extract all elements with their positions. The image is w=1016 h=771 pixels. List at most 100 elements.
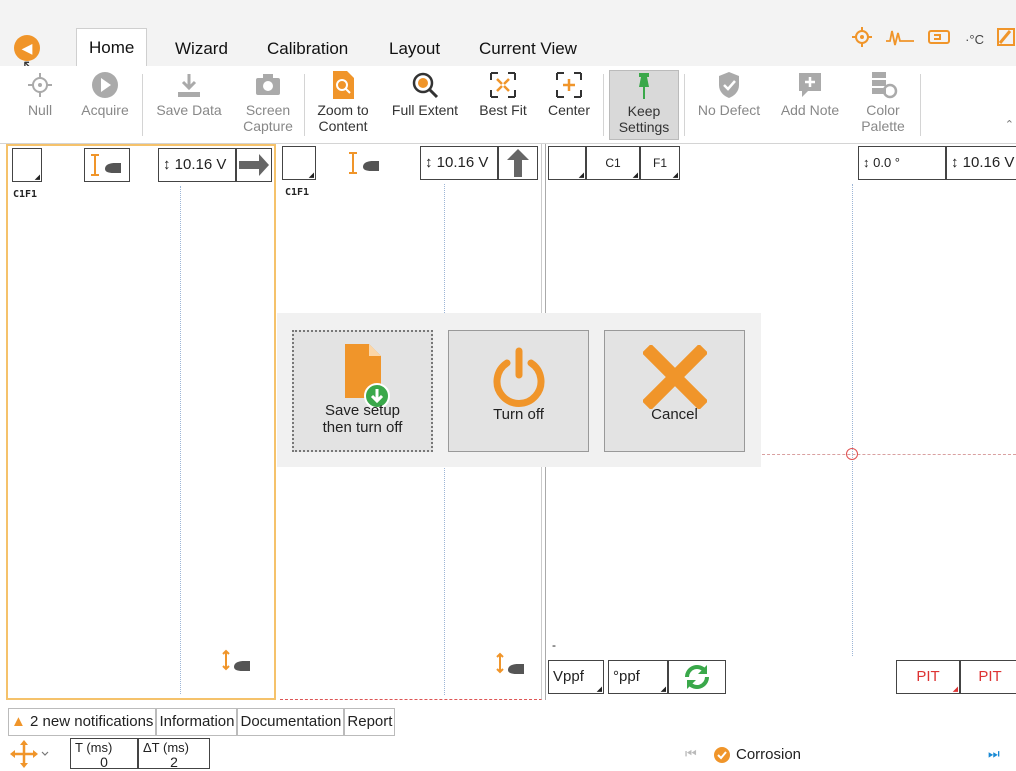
zoom-document-icon: [333, 71, 354, 99]
cancel-button[interactable]: Cancel: [604, 330, 745, 452]
crosshair-icon: [28, 73, 52, 97]
pane-header: ◢ ↕ 10.16 V: [8, 148, 274, 184]
frequency-f1: F1: [652, 156, 667, 170]
angle-field[interactable]: ↕ 0.0 °: [858, 146, 946, 180]
direction-button[interactable]: [236, 148, 272, 182]
save-data-button[interactable]: Save Data: [148, 70, 230, 140]
voltage-scale[interactable]: ↕ 10.16 V: [158, 148, 236, 182]
pane-dropdown[interactable]: ◢: [548, 146, 586, 180]
frequency-selector[interactable]: F1 ◢: [640, 146, 680, 180]
collapse-ribbon-icon[interactable]: ⌃: [1005, 118, 1014, 131]
tab-layout[interactable]: Layout: [377, 36, 452, 66]
tab-calibration[interactable]: Calibration: [255, 36, 360, 66]
status-bar: T (ms) 0 ΔT (ms) 2 ⏮ Corrosion ⏭: [0, 738, 1016, 769]
pin-icon: [639, 73, 649, 99]
add-note-button[interactable]: Add Note: [774, 70, 846, 140]
view-pane-1[interactable]: ◢ ↕ 10.16 V C1F1: [6, 144, 276, 700]
tab-home[interactable]: Home: [76, 28, 148, 66]
pan-hand-icon[interactable]: [220, 649, 254, 684]
save-setup-turn-off-button[interactable]: Save setup then turn off: [292, 330, 433, 452]
delta-time-label: ΔT (ms): [143, 740, 189, 755]
best-fit-button[interactable]: Best Fit: [473, 70, 533, 140]
move-cursor-icon[interactable]: [10, 740, 50, 771]
tab-documentation[interactable]: Documentation: [237, 708, 345, 736]
turn-off-label: Turn off: [493, 406, 544, 423]
screen-capture-label-2: Capture: [243, 118, 293, 134]
skip-forward-icon[interactable]: ⏭: [988, 746, 1000, 762]
toolbar-separator: [920, 74, 921, 136]
pane-dropdown[interactable]: ◢: [12, 148, 42, 182]
keep-settings-toggle[interactable]: Keep Settings: [609, 70, 679, 140]
center-icon: [556, 72, 582, 98]
note-add-icon: [799, 73, 821, 97]
bottom-tab-bar: ▲ 2 new notifications Information Docume…: [8, 708, 396, 736]
no-defect-button[interactable]: No Defect: [690, 70, 768, 140]
crosshair-icon[interactable]: [851, 26, 873, 53]
best-fit-label: Best Fit: [479, 102, 527, 118]
zoom-content-label-2: Content: [318, 118, 368, 134]
degree-ppf-label: °ppf: [613, 668, 640, 685]
channel-selector[interactable]: C1 ◢: [586, 146, 640, 180]
null-button[interactable]: Null: [20, 70, 60, 140]
power-off-dialog: Save setup then turn off Turn off Cancel: [277, 313, 761, 467]
save-data-label: Save Data: [156, 102, 222, 118]
center-button[interactable]: Center: [541, 70, 597, 140]
voltage-scale[interactable]: ↕ 10.16 V: [946, 146, 1016, 180]
grid-line: [762, 454, 1016, 455]
color-palette-button[interactable]: Color Palette: [852, 70, 914, 140]
tab-information[interactable]: Information: [156, 708, 238, 736]
magnifier-icon: [412, 72, 439, 99]
vppf-selector[interactable]: Vppf ◢: [548, 660, 604, 694]
full-extent-button[interactable]: Full Extent: [386, 70, 464, 140]
pan-hand-icon[interactable]: [494, 652, 528, 687]
pit-label-2: PIT: [978, 668, 1002, 685]
time-label: T (ms): [75, 740, 113, 755]
edit-icon[interactable]: [996, 27, 1016, 52]
keep-settings-label-1: Keep: [627, 103, 661, 119]
direction-button[interactable]: [498, 146, 538, 180]
turn-off-button[interactable]: Turn off: [448, 330, 589, 452]
signal-icon[interactable]: [885, 27, 915, 52]
close-icon: [641, 343, 708, 411]
zoom-to-content-button[interactable]: Zoom to Content: [310, 70, 376, 140]
tab-wizard[interactable]: Wizard: [163, 36, 240, 66]
pit-label-1: PIT: [916, 668, 940, 685]
temperature-icon[interactable]: ·°C: [965, 32, 984, 47]
best-fit-icon: [490, 72, 516, 98]
acquire-button[interactable]: Acquire: [73, 70, 137, 140]
pane-dropdown[interactable]: ◢: [282, 146, 316, 180]
center-label: Center: [547, 102, 591, 118]
ribbon-tab-bar: ◀ ↖ Home Wizard Calibration Layout Curre…: [0, 0, 1016, 75]
vppf-label: Vppf: [553, 668, 584, 685]
status-icons: ·°C: [851, 26, 1016, 52]
corrosion-label[interactable]: Corrosion: [736, 746, 801, 763]
time-field[interactable]: T (ms) 0: [70, 738, 138, 769]
cursor-tool-button[interactable]: [84, 148, 130, 182]
refresh-button[interactable]: [668, 660, 726, 694]
warning-icon: ▲: [11, 713, 26, 730]
add-note-label: Add Note: [780, 102, 840, 118]
arrow-up-icon: [507, 149, 529, 177]
color-palette-label-2: Palette: [861, 118, 905, 134]
impedance-origin-marker: [846, 448, 858, 460]
tab-current-view[interactable]: Current View: [467, 36, 589, 66]
pit-selector-1[interactable]: PIT ◢: [896, 660, 960, 694]
check-circle-icon: [714, 747, 730, 766]
probe-icon[interactable]: [927, 28, 953, 51]
tab-report[interactable]: Report: [344, 708, 396, 736]
screen-capture-label-1: Screen: [245, 102, 291, 118]
arrow-right-icon: [239, 154, 269, 176]
save-setup-label-1: Save setup: [324, 402, 401, 419]
delta-time-value: 2: [170, 754, 178, 770]
tab-notifications[interactable]: ▲ 2 new notifications: [8, 708, 157, 736]
toolbar-separator: [684, 74, 685, 136]
pit-selector-2[interactable]: PIT: [960, 660, 1016, 694]
skip-back-icon[interactable]: ⏮: [685, 746, 697, 762]
ribbon-toolbar: Null Acquire Save Data Screen Capture Zo…: [0, 66, 1016, 144]
delta-time-field[interactable]: ΔT (ms) 2: [138, 738, 210, 769]
voltage-scale[interactable]: ↕ 10.16 V: [420, 146, 498, 180]
degree-ppf-selector[interactable]: °ppf ◢: [608, 660, 668, 694]
screen-capture-button[interactable]: Screen Capture: [237, 70, 299, 140]
cursor-tool-button[interactable]: [342, 146, 390, 180]
refresh-icon: [685, 665, 709, 689]
